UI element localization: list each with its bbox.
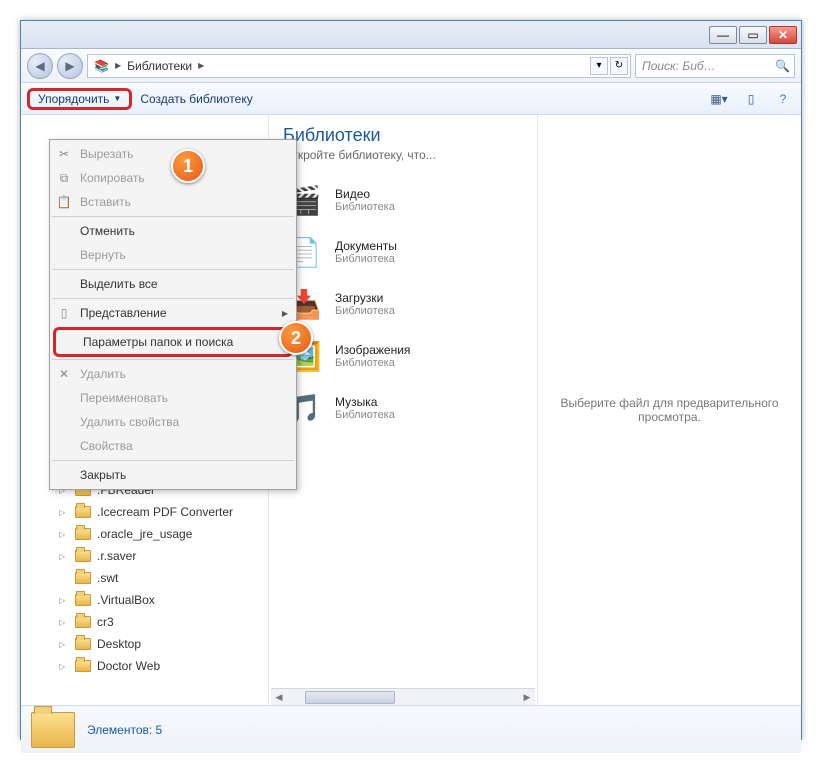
preview-pane: Выберите файл для предварительного просм… — [537, 115, 801, 705]
crumb-sep-icon: ▶ — [115, 61, 121, 70]
folder-icon — [75, 506, 91, 518]
delete-icon: ✕ — [56, 367, 72, 381]
address-bar[interactable]: 📚 ▶ Библиотеки ▶ ▾ ↻ — [87, 54, 631, 78]
page-subtitle: Откройте библиотеку, что... — [283, 148, 523, 162]
chevron-down-icon: ▼ — [113, 94, 121, 103]
search-placeholder: Поиск: Биб… — [642, 59, 716, 73]
crumb-sep-icon: ▶ — [198, 61, 204, 70]
folder-icon — [75, 572, 91, 584]
menu-undo[interactable]: Отменить — [50, 219, 296, 243]
paste-icon: 📋 — [56, 195, 72, 209]
menu-redo[interactable]: Вернуть — [50, 243, 296, 267]
refresh-button[interactable]: ↻ — [610, 57, 628, 75]
tree-item[interactable]: ▷.VirtualBox — [21, 589, 268, 611]
tree-item[interactable]: .swt — [21, 567, 268, 589]
status-text: Элементов: 5 — [87, 723, 162, 737]
help-button[interactable]: ? — [771, 88, 795, 110]
breadcrumb-libraries[interactable]: Библиотеки — [127, 59, 192, 73]
menu-remove-props[interactable]: Удалить свойства — [50, 410, 296, 434]
folder-icon — [75, 638, 91, 650]
preview-pane-button[interactable]: ▯ — [739, 88, 763, 110]
library-item-downloads[interactable]: 📥 ЗагрузкиБиблиотека — [283, 278, 523, 330]
tree-item[interactable]: ▷.Icecream PDF Converter — [21, 501, 268, 523]
library-list: 🎬 ВидеоБиблиотека 📄 ДокументыБиблиотека … — [269, 168, 537, 440]
scroll-right-icon[interactable]: ▶ — [519, 690, 535, 705]
library-item-video[interactable]: 🎬 ВидеоБиблиотека — [283, 174, 523, 226]
tree-item[interactable]: ▷cr3 — [21, 611, 268, 633]
folder-icon — [75, 528, 91, 540]
layout-icon: ▯ — [56, 306, 72, 320]
folder-icon — [75, 594, 91, 606]
toolbar: Упорядочить ▼ Создать библиотеку ▦▾ ▯ ? — [21, 83, 801, 115]
new-library-button[interactable]: Создать библиотеку — [140, 92, 252, 106]
submenu-arrow-icon: ▶ — [282, 309, 288, 318]
scroll-left-icon[interactable]: ◀ — [271, 690, 287, 705]
menu-delete[interactable]: ✕Удалить — [50, 362, 296, 386]
horizontal-scrollbar[interactable]: ◀ ▶ — [271, 688, 535, 705]
menu-properties[interactable]: Свойства — [50, 434, 296, 458]
library-item-music[interactable]: 🎵 МузыкаБиблиотека — [283, 382, 523, 434]
status-bar: Элементов: 5 — [21, 705, 801, 753]
main-panel: Библиотеки Откройте библиотеку, что... 🎬… — [269, 115, 537, 705]
annotation-badge-1: 1 — [171, 149, 205, 183]
organize-label: Упорядочить — [38, 92, 109, 106]
back-button[interactable]: ◀ — [27, 53, 53, 79]
heading: Библиотеки Откройте библиотеку, что... — [269, 115, 537, 168]
preview-placeholder: Выберите файл для предварительного просм… — [550, 396, 789, 424]
maximize-button[interactable]: ▭ — [739, 26, 767, 44]
nav-bar: ◀ ▶ 📚 ▶ Библиотеки ▶ ▾ ↻ Поиск: Биб… 🔍 — [21, 49, 801, 83]
addr-dropdown-button[interactable]: ▾ — [590, 57, 608, 75]
annotation-badge-2: 2 — [279, 321, 313, 355]
library-item-pictures[interactable]: 🖼️ ИзображенияБиблиотека — [283, 330, 523, 382]
scroll-thumb[interactable] — [305, 691, 395, 704]
menu-paste[interactable]: 📋Вставить — [50, 190, 296, 214]
cut-icon: ✂ — [56, 147, 72, 161]
status-folder-icon — [31, 712, 75, 748]
page-title: Библиотеки — [283, 125, 523, 146]
tree-item[interactable]: ▷Doctor Web — [21, 655, 268, 677]
explorer-window: — ▭ ✕ ◀ ▶ 📚 ▶ Библиотеки ▶ ▾ ↻ Поиск: Би… — [20, 20, 802, 740]
search-input[interactable]: Поиск: Биб… 🔍 — [635, 54, 795, 78]
view-options-button[interactable]: ▦▾ — [707, 88, 731, 110]
copy-icon: ⧉ — [56, 171, 72, 186]
menu-folder-options[interactable]: Параметры папок и поиска — [56, 330, 290, 354]
organize-button[interactable]: Упорядочить ▼ — [27, 88, 132, 110]
libraries-icon: 📚 — [94, 59, 109, 73]
close-button[interactable]: ✕ — [769, 26, 797, 44]
menu-rename[interactable]: Переименовать — [50, 386, 296, 410]
tree-item[interactable]: ▷.oracle_jre_usage — [21, 523, 268, 545]
tree-item[interactable]: ▷.r.saver — [21, 545, 268, 567]
tree-item[interactable]: ▷Desktop — [21, 633, 268, 655]
menu-layout[interactable]: ▯Представление▶ — [50, 301, 296, 325]
menu-close[interactable]: Закрыть — [50, 463, 296, 487]
menu-select-all[interactable]: Выделить все — [50, 272, 296, 296]
folder-icon — [75, 660, 91, 672]
library-item-documents[interactable]: 📄 ДокументыБиблиотека — [283, 226, 523, 278]
folder-icon — [75, 550, 91, 562]
organize-menu: ✂Вырезать ⧉Копировать 📋Вставить Отменить… — [49, 139, 297, 490]
titlebar: — ▭ ✕ — [21, 21, 801, 49]
search-icon[interactable]: 🔍 — [775, 59, 790, 73]
folder-icon — [75, 616, 91, 628]
forward-button[interactable]: ▶ — [57, 53, 83, 79]
minimize-button[interactable]: — — [709, 26, 737, 44]
